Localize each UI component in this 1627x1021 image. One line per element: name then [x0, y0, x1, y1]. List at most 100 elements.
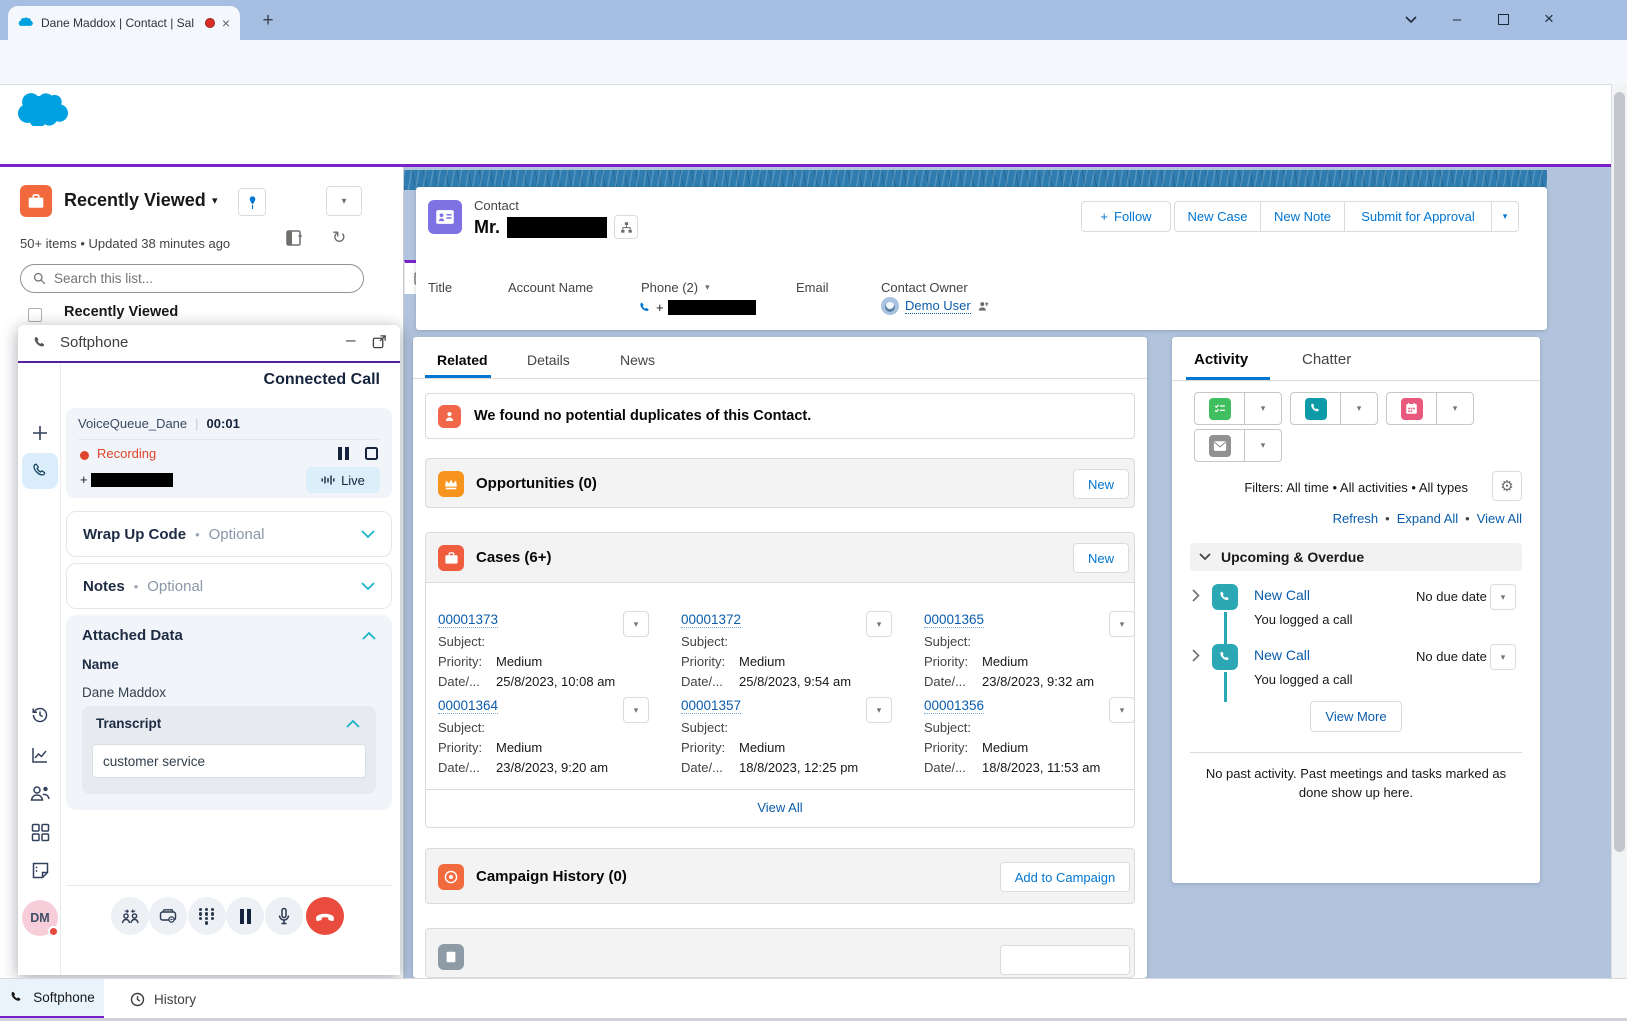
timeline-item-menu[interactable]: ▾ — [1490, 584, 1516, 610]
mute-mic-button[interactable] — [265, 897, 303, 935]
upcoming-overdue-section[interactable]: Upcoming & Overdue — [1190, 543, 1522, 571]
cases-title[interactable]: Cases (6+) — [476, 549, 551, 566]
new-event-button[interactable]: ▾ — [1386, 392, 1474, 425]
new-tab-button[interactable]: + — [256, 9, 280, 33]
expand-item-icon[interactable] — [1192, 649, 1200, 662]
cases-view-all-link[interactable]: View All — [757, 800, 802, 815]
case-row-menu[interactable]: ▾ — [1109, 611, 1135, 637]
new-note-button[interactable]: New Note — [1260, 201, 1345, 232]
tab-related[interactable]: Related — [437, 352, 488, 368]
tab-chatter[interactable]: Chatter — [1302, 351, 1351, 368]
rail-metrics-icon[interactable] — [28, 743, 52, 767]
name-value: Dane Maddox — [82, 685, 166, 700]
case-row-menu[interactable]: ▾ — [866, 611, 892, 637]
chevron-up-icon[interactable] — [346, 719, 360, 728]
scrollbar-thumb[interactable] — [1614, 92, 1625, 852]
device-settings-button[interactable] — [149, 897, 187, 935]
case-number-link[interactable]: 00001372 — [681, 612, 741, 628]
case-number-link[interactable]: 00001364 — [438, 698, 498, 714]
dock-tab-history[interactable]: History — [104, 979, 222, 1019]
rail-notes-icon[interactable] — [28, 858, 52, 882]
list-view-chevron-icon[interactable]: ▾ — [212, 194, 218, 207]
case-number-link[interactable]: 00001357 — [681, 698, 741, 714]
end-call-button[interactable] — [306, 897, 344, 935]
new-case-button[interactable]: New Case — [1174, 201, 1261, 232]
tab-details[interactable]: Details — [527, 352, 570, 368]
row-checkbox[interactable] — [28, 308, 42, 322]
view-more-button[interactable]: View More — [1310, 701, 1402, 732]
transfer-call-button[interactable] — [111, 897, 149, 935]
rail-history-icon[interactable] — [28, 703, 52, 727]
view-hierarchy-button[interactable] — [614, 215, 638, 239]
email-dropdown-icon[interactable]: ▾ — [1245, 430, 1281, 461]
refresh-list-icon[interactable]: ↻ — [332, 228, 346, 248]
activity-settings-gear-button[interactable]: ⚙ — [1492, 471, 1522, 501]
rail-apps-icon[interactable] — [28, 820, 52, 844]
case-row-menu[interactable]: ▾ — [623, 697, 649, 723]
notes-section[interactable]: Notes • Optional — [66, 563, 392, 609]
list-search-input[interactable] — [54, 271, 351, 286]
case-row-menu[interactable]: ▾ — [866, 697, 892, 723]
browser-tab[interactable]: Dane Maddox | Contact | Sal × — [8, 6, 240, 40]
softphone-minimize-button[interactable]: – — [346, 330, 355, 350]
pin-list-button[interactable] — [238, 188, 266, 216]
submit-approval-button[interactable]: Submit for Approval — [1344, 201, 1492, 232]
owner-link[interactable]: Demo User — [905, 298, 971, 314]
change-owner-icon[interactable] — [977, 300, 990, 313]
add-to-campaign-button[interactable]: Add to Campaign — [1000, 862, 1130, 892]
timeline-item-menu[interactable]: ▾ — [1490, 644, 1516, 670]
phone-dropdown-icon[interactable]: ▾ — [705, 282, 710, 293]
tab-news[interactable]: News — [620, 352, 655, 368]
campaign-history-title[interactable]: Campaign History (0) — [476, 868, 627, 885]
stop-recording-icon[interactable] — [365, 447, 378, 460]
more-actions-chevron[interactable]: ▾ — [1491, 201, 1519, 232]
timeline-item-link[interactable]: New Call — [1254, 647, 1310, 663]
case-row-menu[interactable]: ▾ — [1109, 697, 1135, 723]
window-close-button[interactable]: × — [1534, 6, 1564, 32]
new-case-list-button[interactable]: New — [1073, 543, 1129, 573]
case-number-link[interactable]: 00001356 — [924, 698, 984, 714]
task-dropdown-icon[interactable]: ▾ — [1245, 393, 1281, 424]
rail-phone-icon[interactable] — [22, 453, 58, 489]
dock-tab-softphone[interactable]: Softphone — [0, 979, 104, 1019]
new-task-button[interactable]: ▾ — [1194, 392, 1282, 425]
display-picker-icon[interactable] — [286, 230, 306, 246]
wrap-up-code-section[interactable]: Wrap Up Code • Optional — [66, 511, 392, 557]
new-opportunity-button[interactable]: New — [1073, 469, 1129, 499]
window-chevron-button[interactable] — [1396, 6, 1426, 32]
opportunities-title[interactable]: Opportunities (0) — [476, 475, 597, 492]
log-call-button[interactable]: ▾ — [1290, 392, 1378, 425]
transcript-input[interactable] — [92, 744, 366, 778]
tab-activity[interactable]: Activity — [1194, 351, 1248, 368]
rail-new-icon[interactable] — [28, 421, 52, 445]
window-maximize-button[interactable] — [1488, 6, 1518, 32]
softphone-popout-button[interactable] — [372, 334, 387, 349]
event-dropdown-icon[interactable]: ▾ — [1437, 393, 1473, 424]
case-number-link[interactable]: 00001365 — [924, 612, 984, 628]
dialpad-button[interactable] — [188, 897, 226, 935]
email-button[interactable]: ▾ — [1194, 429, 1282, 462]
tab-close-icon[interactable]: × — [222, 16, 230, 30]
list-view-title[interactable]: Recently Viewed — [64, 190, 206, 211]
list-row-label[interactable]: Recently Viewed — [64, 304, 178, 320]
follow-button[interactable]: + Follow — [1081, 201, 1171, 232]
case-row-menu[interactable]: ▾ — [623, 611, 649, 637]
view-all-link[interactable]: View All — [1477, 511, 1522, 526]
agent-avatar[interactable]: DM — [22, 900, 58, 936]
expand-item-icon[interactable] — [1192, 589, 1200, 602]
hold-call-button[interactable] — [226, 897, 264, 935]
timeline-item-link[interactable]: New Call — [1254, 587, 1310, 603]
case-number-link[interactable]: 00001373 — [438, 612, 498, 628]
call-dropdown-icon[interactable]: ▾ — [1341, 393, 1377, 424]
chevron-up-icon[interactable] — [362, 631, 376, 640]
expand-all-link[interactable]: Expand All — [1397, 511, 1458, 526]
page-scrollbar[interactable] — [1611, 84, 1627, 1021]
list-actions-dropdown[interactable]: ▾ — [326, 186, 362, 216]
rail-agents-icon[interactable] — [28, 781, 52, 805]
refresh-link[interactable]: Refresh — [1333, 511, 1379, 526]
attached-data-section: Attached Data Name Dane Maddox Transcrip… — [66, 615, 392, 810]
pause-recording-icon[interactable] — [336, 447, 350, 465]
window-minimize-button[interactable]: – — [1442, 6, 1472, 32]
partial-card-button[interactable] — [1000, 945, 1130, 975]
list-search[interactable] — [20, 264, 364, 293]
